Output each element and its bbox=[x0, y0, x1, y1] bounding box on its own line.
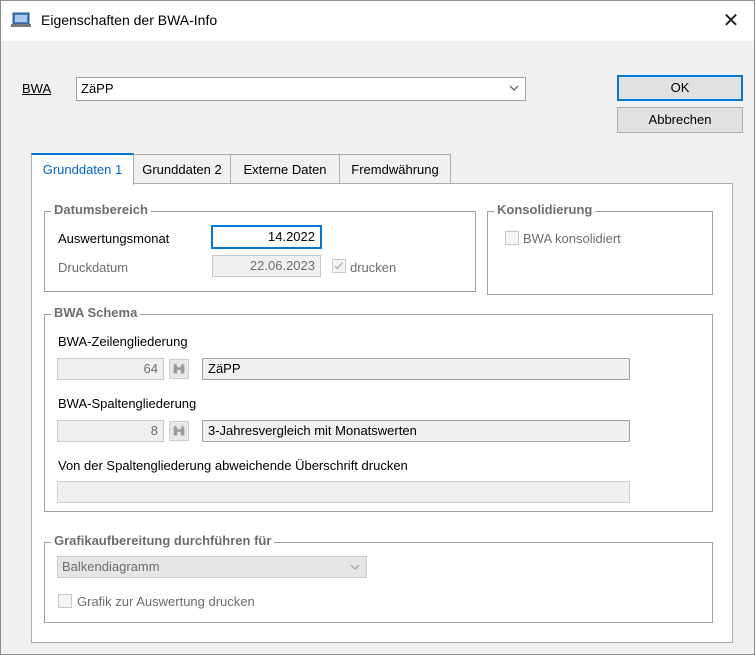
zeilengliederung-number-input[interactable]: 64 bbox=[57, 358, 164, 380]
konsolidierung-group: Konsolidierung BWA konsolidiert bbox=[487, 202, 713, 295]
tab-label: Grunddaten 2 bbox=[142, 162, 222, 177]
zeilengliederung-number: 64 bbox=[143, 361, 158, 376]
tab-grunddaten-2[interactable]: Grunddaten 2 bbox=[133, 154, 231, 185]
spaltengliederung-name: 3-Jahresvergleich mit Monatswerten bbox=[208, 423, 417, 438]
bwa-konsolidiert-checkbox[interactable] bbox=[505, 231, 519, 245]
bwa-select[interactable]: ZäPP bbox=[76, 77, 526, 101]
window-app-icon bbox=[11, 12, 31, 27]
bwa-select-value: ZäPP bbox=[81, 81, 114, 96]
grafik-drucken-checkbox[interactable] bbox=[58, 594, 72, 608]
diagram-type-select[interactable]: Balkendiagramm bbox=[57, 556, 367, 578]
tab-externe-daten[interactable]: Externe Daten bbox=[230, 154, 340, 185]
binoculars-icon bbox=[173, 363, 185, 374]
druckdatum-label: Druckdatum bbox=[58, 260, 129, 275]
tab-label: Fremdwährung bbox=[351, 162, 439, 177]
close-button[interactable]: ✕ bbox=[708, 1, 754, 41]
checkmark-icon bbox=[334, 262, 343, 270]
bwa-label: BWA bbox=[22, 81, 51, 96]
bwa-label-text: BWA bbox=[22, 81, 52, 96]
dialog-window: Eigenschaften der BWA-Info ✕ BWA ZäPP OK… bbox=[0, 0, 755, 655]
bwa-schema-group: BWA Schema BWA-Zeilengliederung 64 ZäPP … bbox=[44, 305, 713, 512]
datumsbereich-group: Datumsbereich Auswertungsmonat 14.2022 D… bbox=[44, 202, 476, 292]
grafik-drucken-label: Grafik zur Auswertung drucken bbox=[77, 594, 255, 609]
drucken-checkbox[interactable] bbox=[332, 259, 346, 273]
auswertungsmonat-input[interactable]: 14.2022 bbox=[211, 225, 322, 249]
chevron-down-icon bbox=[509, 85, 519, 91]
zeilengliederung-label: BWA-Zeilengliederung bbox=[58, 334, 188, 349]
close-icon: ✕ bbox=[722, 10, 740, 32]
cancel-button[interactable]: Abbrechen bbox=[617, 107, 743, 133]
druckdatum-value: 22.06.2023 bbox=[249, 258, 315, 273]
ueberschrift-input[interactable] bbox=[57, 481, 630, 503]
tab-panel: Datumsbereich Auswertungsmonat 14.2022 D… bbox=[31, 183, 733, 643]
druckdatum-input[interactable]: 22.06.2023 bbox=[212, 255, 321, 277]
cancel-button-label: Abbrechen bbox=[648, 112, 712, 127]
ueberschrift-label: Von der Spaltengliederung abweichende Üb… bbox=[58, 458, 408, 473]
bwa-schema-title: BWA Schema bbox=[51, 305, 141, 320]
grafik-group: Grafikaufbereitung durchführen für Balke… bbox=[44, 533, 713, 623]
tab-fremdwaehrung[interactable]: Fremdwährung bbox=[339, 154, 451, 185]
spaltengliederung-label: BWA-Spaltengliederung bbox=[58, 396, 197, 411]
window-title: Eigenschaften der BWA-Info bbox=[41, 12, 218, 28]
grafik-title: Grafikaufbereitung durchführen für bbox=[51, 533, 275, 548]
bwa-konsolidiert-label: BWA konsolidiert bbox=[523, 231, 621, 246]
datumsbereich-title: Datumsbereich bbox=[51, 202, 151, 217]
auswertungsmonat-label: Auswertungsmonat bbox=[58, 231, 170, 246]
tab-label: Externe Daten bbox=[243, 162, 327, 177]
spaltengliederung-name-field: 3-Jahresvergleich mit Monatswerten bbox=[202, 420, 630, 442]
drucken-label: drucken bbox=[350, 260, 397, 275]
tab-grunddaten-1[interactable]: Grunddaten 1 bbox=[31, 153, 134, 185]
tab-label: Grunddaten 1 bbox=[42, 162, 123, 177]
zeilengliederung-name: ZäPP bbox=[208, 361, 241, 376]
ok-button[interactable]: OK bbox=[617, 75, 743, 101]
zeilengliederung-lookup-button[interactable] bbox=[169, 359, 189, 379]
konsolidierung-title: Konsolidierung bbox=[494, 202, 596, 217]
auswertungsmonat-value: 14.2022 bbox=[268, 229, 315, 244]
chevron-down-icon bbox=[350, 564, 360, 570]
title-bar: Eigenschaften der BWA-Info ✕ bbox=[1, 1, 754, 41]
spaltengliederung-lookup-button[interactable] bbox=[169, 421, 189, 441]
binoculars-icon bbox=[173, 425, 185, 436]
spaltengliederung-number: 8 bbox=[150, 423, 158, 438]
spaltengliederung-number-input[interactable]: 8 bbox=[57, 420, 164, 442]
zeilengliederung-name-field: ZäPP bbox=[202, 358, 630, 380]
ok-button-label: OK bbox=[670, 80, 690, 95]
diagram-type-value: Balkendiagramm bbox=[62, 559, 160, 574]
